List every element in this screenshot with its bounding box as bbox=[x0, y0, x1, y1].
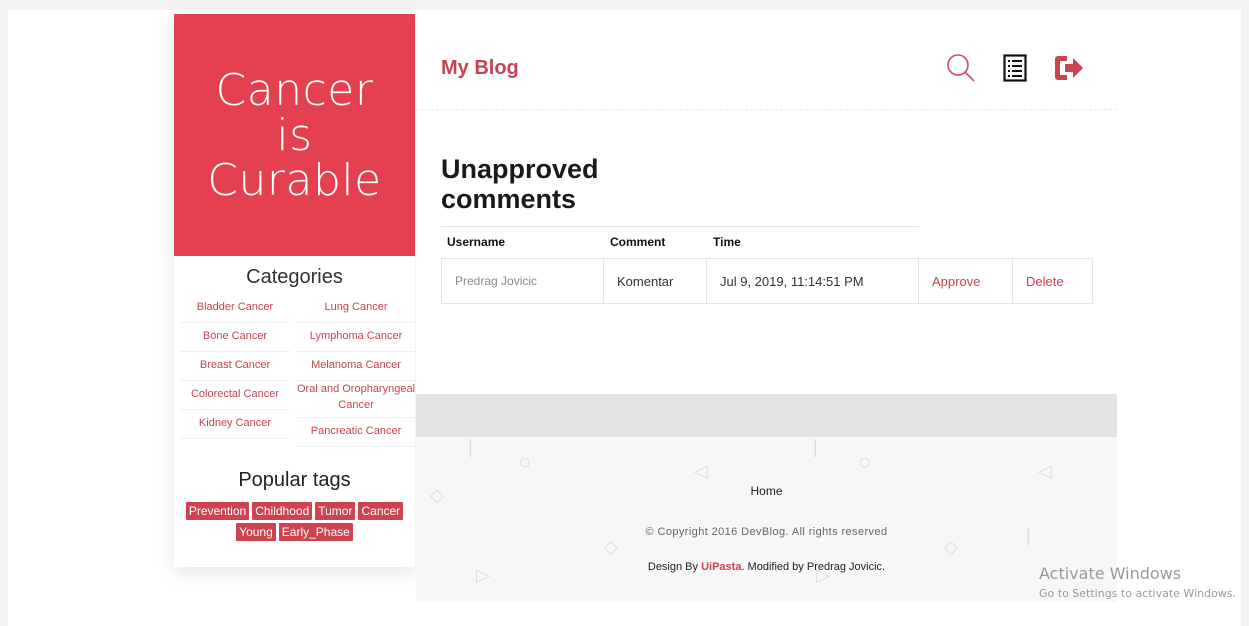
category-link[interactable]: Pancreatic Cancer bbox=[297, 418, 415, 447]
blog-title-link[interactable]: My Blog bbox=[441, 57, 519, 80]
categories-column-right: Lung Cancer Lymphoma Cancer Melanoma Can… bbox=[297, 294, 415, 447]
tag-link[interactable]: Prevention bbox=[185, 502, 250, 520]
popular-tags-heading: Popular tags bbox=[238, 469, 351, 491]
logo-text: Cancer is Curable bbox=[185, 68, 405, 203]
tag-link[interactable]: Childhood bbox=[252, 502, 313, 520]
main-content: My Blog Unapproved comments Username Com… bbox=[416, 14, 1117, 394]
decorative-triangle: ◁ bbox=[1038, 461, 1052, 481]
comment-username: Predrag Jovicic bbox=[442, 259, 604, 303]
design-credit: Design By UiPasta. Modified by Predrag J… bbox=[416, 561, 1117, 573]
logo-line: is bbox=[276, 109, 313, 161]
decorative-line: | bbox=[468, 437, 473, 457]
categories-heading: Categories bbox=[246, 266, 343, 288]
top-header: My Blog bbox=[416, 14, 1117, 110]
comment-text: Komentar bbox=[604, 259, 707, 303]
sidebar: Cancer is Curable Categories Bladder Can… bbox=[174, 14, 415, 567]
category-link[interactable]: Bladder Cancer bbox=[180, 294, 290, 323]
header-icons bbox=[945, 52, 1085, 84]
design-credit-prefix: Design By bbox=[647, 561, 702, 573]
category-link[interactable]: Kidney Cancer bbox=[180, 410, 290, 439]
uipasta-link[interactable]: UiPasta bbox=[701, 561, 741, 573]
logo-line: Curable bbox=[207, 154, 382, 206]
logo-line: Cancer bbox=[215, 64, 374, 116]
delete-button[interactable]: Delete bbox=[1013, 259, 1092, 303]
watermark-subtitle: Go to Settings to activate Windows. bbox=[1039, 587, 1237, 600]
list-icon[interactable] bbox=[999, 52, 1031, 84]
approve-button[interactable]: Approve bbox=[919, 259, 1013, 303]
search-icon[interactable] bbox=[945, 52, 977, 84]
comment-time: Jul 9, 2019, 11:14:51 PM bbox=[707, 259, 919, 303]
site-logo[interactable]: Cancer is Curable bbox=[174, 14, 415, 256]
category-link[interactable]: Lymphoma Cancer bbox=[297, 323, 415, 352]
section-separator bbox=[416, 394, 1117, 437]
decorative-diamond: ◇ bbox=[944, 537, 958, 557]
tag-link[interactable]: Cancer bbox=[358, 502, 404, 520]
category-link[interactable]: Oral and Oropharyngeal Cancer bbox=[297, 381, 415, 418]
watermark-title: Activate Windows bbox=[1039, 564, 1182, 583]
copyright-text: © Copyright 2016 DevBlog. All rights res… bbox=[645, 526, 888, 538]
decorative-line: | bbox=[813, 437, 818, 457]
logout-icon[interactable] bbox=[1053, 52, 1085, 84]
tag-link[interactable]: Early_Phase bbox=[278, 523, 353, 541]
decorative-circle: ○ bbox=[858, 449, 872, 474]
category-link[interactable]: Bone Cancer bbox=[180, 323, 290, 352]
decorative-triangle: ◁ bbox=[694, 461, 708, 481]
footer: | ○ ◇ ◁ | ○ ◇ ◇ ◁ ▷ ▷ | Home © Copyright… bbox=[416, 437, 1117, 602]
tag-link[interactable]: Young bbox=[236, 523, 276, 541]
column-header-comment: Comment bbox=[610, 235, 666, 249]
column-header-username: Username bbox=[447, 235, 506, 249]
tags-list: Prevention Childhood Tumor Cancer Young … bbox=[174, 502, 415, 541]
page-title: Unapproved comments bbox=[441, 154, 599, 214]
design-credit-suffix: . Modified by Predrag Jovicic. bbox=[741, 561, 886, 573]
decorative-diamond: ◇ bbox=[604, 537, 618, 557]
categories-column-left: Bladder Cancer Bone Cancer Breast Cancer… bbox=[180, 294, 290, 447]
category-link[interactable]: Melanoma Cancer bbox=[297, 352, 415, 381]
categories-list: Bladder Cancer Bone Cancer Breast Cancer… bbox=[174, 294, 415, 447]
table-row: Predrag Jovicic Komentar Jul 9, 2019, 11… bbox=[441, 258, 1093, 304]
tag-link[interactable]: Tumor bbox=[315, 502, 356, 520]
title-divider bbox=[441, 226, 919, 227]
activate-windows-watermark: Activate Windows Go to Settings to activ… bbox=[1039, 564, 1236, 600]
category-link[interactable]: Breast Cancer bbox=[180, 352, 290, 381]
column-header-time: Time bbox=[713, 235, 741, 249]
footer-home-link[interactable]: Home bbox=[416, 484, 1117, 498]
decorative-circle: ○ bbox=[518, 449, 532, 474]
category-link[interactable]: Lung Cancer bbox=[297, 294, 415, 323]
category-link[interactable]: Colorectal Cancer bbox=[180, 381, 290, 410]
